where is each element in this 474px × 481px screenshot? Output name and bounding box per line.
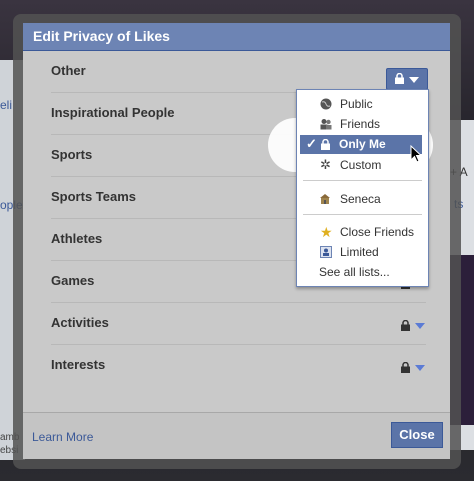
menu-item-label: Public [340,97,373,111]
privacy-selector[interactable] [398,318,426,334]
chevron-down-icon [415,323,425,329]
row-label: Games [51,273,95,288]
menu-item-friends[interactable]: Friends [297,114,428,134]
globe-icon [320,98,332,110]
lock-icon [401,320,410,331]
menu-item-label: Close Friends [340,225,415,239]
row-label: Athletes [51,231,103,246]
row-label: Interests [51,357,106,372]
privacy-dropdown-button[interactable] [386,68,428,90]
gear-icon: ✲ [320,157,331,172]
menu-item-label: Custom [340,158,382,172]
privacy-menu: Public Friends ✲ Custom Seneca ★ Close F… [296,89,429,287]
chevron-down-icon [415,365,425,371]
menu-item-close-friends[interactable]: ★ Close Friends [297,222,428,242]
menu-item-label: Seneca [340,192,381,206]
menu-item-limited[interactable]: Limited [297,242,428,262]
lock-icon [321,139,330,150]
row-label: Other [51,63,86,78]
privacy-row-activities: Activities [51,302,426,345]
friends-icon [320,119,332,130]
privacy-selector[interactable] [398,360,426,376]
mouse-cursor-icon [410,145,422,163]
checkmark-icon: ✓ [306,136,317,151]
menu-item-label: Friends [340,117,381,131]
menu-item-only-me[interactable]: Only Me [300,135,422,154]
lock-icon [395,73,404,84]
menu-item-label: Limited [340,245,379,259]
dialog-footer: Learn More Close [23,412,450,459]
menu-divider [303,180,422,181]
menu-item-public[interactable]: Public [297,94,428,114]
background-text: eli [0,98,13,112]
row-label: Sports Teams [51,189,137,204]
menu-item-label: Only Me [339,137,386,151]
menu-item-see-all-lists[interactable]: See all lists... [297,262,428,282]
school-icon [320,194,330,204]
privacy-row-other: Other [51,50,426,93]
row-label: Sports [51,147,93,162]
limited-icon [320,246,332,258]
lock-icon [401,362,410,373]
close-button[interactable]: Close [391,422,443,448]
dialog-title: Edit Privacy of Likes [23,23,450,51]
star-icon: ★ [320,224,333,240]
chevron-down-icon [409,77,419,83]
menu-item-label: See all lists... [319,265,390,279]
row-label: Activities [51,315,109,330]
row-label: Inspirational People [51,105,175,120]
menu-item-custom[interactable]: ✲ Custom [297,155,428,175]
menu-item-seneca[interactable]: Seneca [297,189,428,209]
learn-more-link[interactable]: Learn More [32,430,93,444]
menu-divider [303,214,422,215]
privacy-row-interests: Interests [51,344,426,386]
